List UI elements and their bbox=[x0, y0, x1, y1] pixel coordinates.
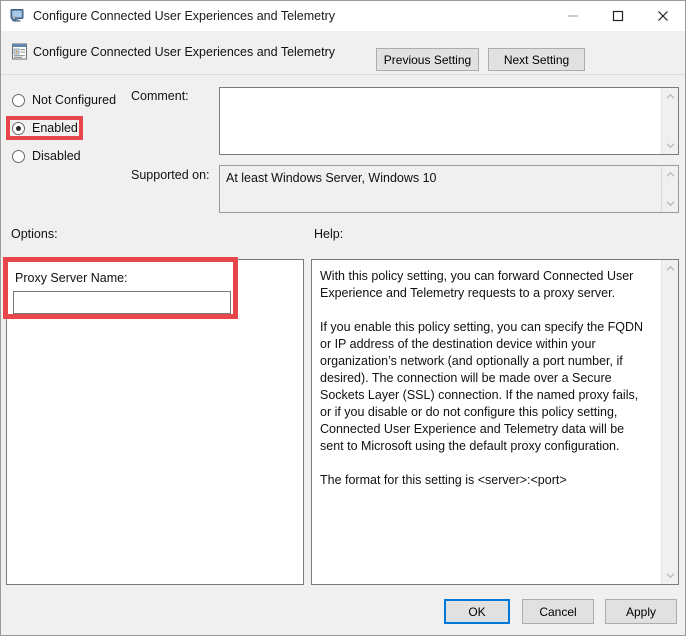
supported-on-field: At least Windows Server, Windows 10 bbox=[219, 165, 679, 213]
radio-label-disabled: Disabled bbox=[32, 149, 81, 163]
scroll-down-icon[interactable] bbox=[662, 195, 679, 212]
options-label: Options: bbox=[11, 227, 58, 241]
scroll-down-icon[interactable] bbox=[662, 137, 679, 154]
comment-field-wrapper[interactable] bbox=[219, 87, 679, 155]
maximize-button[interactable] bbox=[595, 1, 640, 31]
close-button[interactable] bbox=[640, 1, 685, 31]
comment-input[interactable] bbox=[220, 88, 661, 154]
titlebar: Configure Connected User Experiences and… bbox=[1, 1, 685, 31]
proxy-server-name-label: Proxy Server Name: bbox=[15, 271, 128, 285]
radio-disabled[interactable]: Disabled bbox=[12, 147, 81, 165]
cancel-button[interactable]: Cancel bbox=[522, 599, 594, 624]
options-panel: Proxy Server Name: bbox=[6, 259, 304, 585]
ok-button[interactable]: OK bbox=[444, 599, 510, 624]
help-paragraph: If you enable this policy setting, you c… bbox=[320, 319, 651, 455]
help-label: Help: bbox=[314, 227, 343, 241]
help-paragraph: The format for this setting is <server>:… bbox=[320, 472, 651, 489]
scroll-down-icon[interactable] bbox=[662, 567, 679, 584]
help-paragraph: With this policy setting, you can forwar… bbox=[320, 268, 651, 302]
comment-scrollbar[interactable] bbox=[661, 88, 678, 154]
supported-on-scrollbar[interactable] bbox=[661, 166, 678, 212]
minimize-button[interactable] bbox=[550, 1, 595, 31]
supported-on-label: Supported on: bbox=[131, 168, 210, 182]
setting-title: Configure Connected User Experiences and… bbox=[33, 45, 335, 59]
proxy-server-name-input[interactable] bbox=[13, 291, 231, 314]
annotation-box-enabled bbox=[6, 116, 83, 140]
window-controls bbox=[550, 1, 685, 31]
window-title: Configure Connected User Experiences and… bbox=[33, 9, 335, 23]
radio-not-configured[interactable]: Not Configured bbox=[12, 91, 116, 109]
radio-circle-icon bbox=[12, 94, 25, 107]
computer-user-icon bbox=[9, 8, 25, 24]
radio-circle-icon bbox=[12, 150, 25, 163]
next-setting-button[interactable]: Next Setting bbox=[488, 48, 585, 71]
apply-button[interactable]: Apply bbox=[605, 599, 677, 624]
help-text: With this policy setting, you can forwar… bbox=[312, 260, 661, 584]
scroll-up-icon[interactable] bbox=[662, 88, 679, 105]
scroll-up-icon[interactable] bbox=[662, 166, 679, 183]
help-panel: With this policy setting, you can forwar… bbox=[311, 259, 679, 585]
help-scrollbar[interactable] bbox=[661, 260, 678, 584]
radio-label-not-configured: Not Configured bbox=[32, 93, 116, 107]
group-policy-setting-dialog: Configure Connected User Experiences and… bbox=[0, 0, 686, 636]
supported-on-value: At least Windows Server, Windows 10 bbox=[220, 166, 661, 212]
comment-label: Comment: bbox=[131, 89, 189, 103]
policy-setting-icon bbox=[11, 43, 28, 60]
previous-setting-button[interactable]: Previous Setting bbox=[376, 48, 479, 71]
scroll-up-icon[interactable] bbox=[662, 260, 679, 277]
